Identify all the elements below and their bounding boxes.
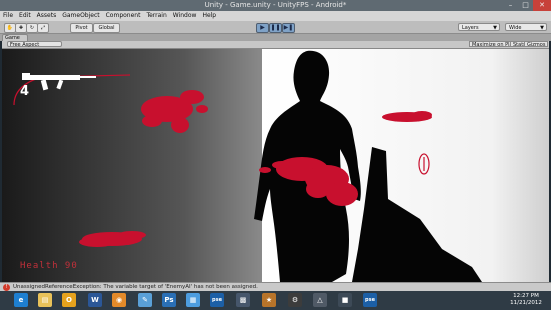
pause-icon[interactable]: ❚❚	[269, 23, 282, 33]
photoshop-icon[interactable]: pse	[210, 293, 224, 307]
word-icon[interactable]: W	[88, 293, 102, 307]
scale-tool-icon[interactable]: ⤢	[37, 23, 49, 33]
global-label: Global	[98, 25, 115, 31]
health-label: Health 90	[20, 261, 78, 271]
menu-terrain[interactable]: Terrain	[143, 11, 169, 21]
ie-icon[interactable]: e	[14, 293, 28, 307]
chevron-down-icon: ▼	[540, 25, 544, 31]
menu-component[interactable]: Component	[103, 11, 144, 21]
layout-dropdown[interactable]: Wide ▼	[505, 23, 547, 31]
clock-time: 12:27 PM	[513, 293, 539, 299]
system-clock[interactable]: 12:27 PM 11/21/2012	[507, 293, 545, 307]
unity-icon[interactable]: △	[313, 293, 327, 307]
global-button[interactable]: Global	[93, 23, 120, 33]
aspect-label: Free Aspect	[10, 42, 40, 48]
menu-bar: File Edit Assets GameObject Component Te…	[0, 11, 551, 21]
ammo-count: 4	[20, 84, 30, 99]
gizmos-button[interactable]: Gizmos	[524, 41, 549, 48]
blender-icon[interactable]: ◉	[112, 293, 126, 307]
gizmos-label: Gizmos	[527, 42, 546, 48]
windows-taskbar: e ▤ O W ◉ ✎ Ps ▦ pse ▩ ★ ⚙ △ ■ pse 12:27…	[0, 291, 551, 310]
photoshop-icon[interactable]: pse	[363, 293, 377, 307]
steam-icon[interactable]: ⚙	[288, 293, 302, 307]
game-icon[interactable]: ★	[262, 293, 276, 307]
outlook-icon[interactable]: O	[62, 293, 76, 307]
menu-help[interactable]: Help	[199, 11, 219, 21]
step-icon[interactable]: ▶❚	[282, 23, 295, 33]
layout-label: Wide	[509, 25, 522, 31]
minimize-icon[interactable]: –	[503, 0, 518, 11]
monodevelop-icon[interactable]: ■	[338, 293, 352, 307]
error-icon: !	[3, 284, 10, 291]
close-icon[interactable]: ✕	[533, 0, 551, 11]
menu-file[interactable]: File	[0, 11, 16, 21]
menu-gameobject[interactable]: GameObject	[59, 11, 102, 21]
photoshop-icon[interactable]: Ps	[162, 293, 176, 307]
chevron-down-icon: ▼	[493, 25, 497, 31]
game-view[interactable]	[2, 49, 549, 282]
explorer-icon[interactable]: ▤	[38, 293, 52, 307]
pivot-button[interactable]: Pivot	[70, 23, 93, 33]
tab-game[interactable]: Game	[2, 34, 28, 41]
clock-date: 11/21/2012	[510, 300, 542, 306]
window-title: Unity - Game.unity - UnityFPS - Android*	[204, 1, 347, 9]
maximize-icon[interactable]: □	[518, 0, 533, 11]
layers-dropdown[interactable]: Layers ▼	[458, 23, 500, 31]
layers-label: Layers	[462, 25, 479, 31]
screenshot-icon[interactable]: ▩	[236, 293, 250, 307]
menu-edit[interactable]: Edit	[16, 11, 34, 21]
menu-assets[interactable]: Assets	[34, 11, 60, 21]
store-icon[interactable]: ▦	[186, 293, 200, 307]
game-scene	[2, 49, 549, 282]
pivot-label: Pivot	[75, 25, 88, 31]
play-icon[interactable]: ▶	[256, 23, 269, 33]
paint-icon[interactable]: ✎	[138, 293, 152, 307]
tab-row	[0, 34, 551, 41]
aspect-dropdown[interactable]: Free Aspect	[7, 41, 62, 48]
menu-window[interactable]: Window	[170, 11, 200, 21]
dark-wall	[2, 49, 262, 282]
maximize-label: Maximize on Play	[472, 42, 516, 48]
toolbar: ✋ ✚ ↻ ⤢ Pivot Global ▶ ❚❚ ▶❚ Layers ▼ Wid…	[0, 21, 551, 34]
title-bar: Unity - Game.unity - UnityFPS - Android*…	[0, 0, 551, 11]
game-view-toolbar: Free Aspect Maximize on Play Stats Gizmo…	[2, 41, 549, 49]
